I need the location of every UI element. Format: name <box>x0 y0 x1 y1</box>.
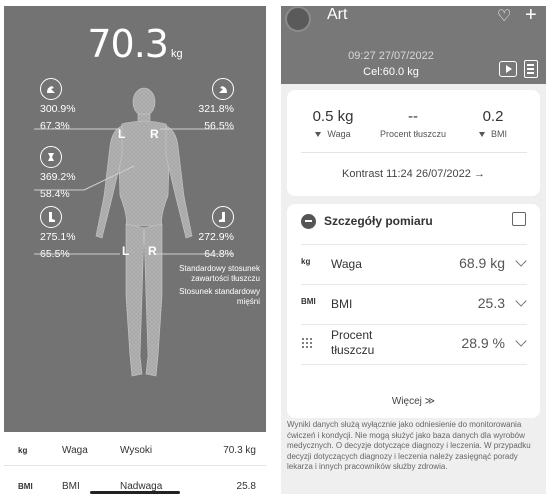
bmi-change-label: BMI <box>490 129 507 139</box>
details-title: Szczegóły pomiaru <box>301 214 433 230</box>
detail-row-bmi[interactable]: BMI BMI 25.3 <box>301 284 527 324</box>
more-button[interactable]: Więcej ≫ <box>287 396 540 407</box>
metrics-list: kg Waga Wysoki 70.3 kg BMI BMI Nadwaga 2… <box>4 432 266 494</box>
edit-icon[interactable] <box>512 212 526 226</box>
left-side-label: L <box>122 244 130 258</box>
legend-fat-line2: zawartości tłuszczu <box>191 274 260 283</box>
detail-row-weight[interactable]: kg Waga 68.9 kg <box>301 244 527 284</box>
measurement-screen: Art ♡ + 09:27 27/07/2022 Cel:60.0 kg 0.5… <box>281 6 546 494</box>
fat-change-label: Procent tłuszczu <box>379 129 447 139</box>
chevron-down-icon[interactable] <box>515 295 527 307</box>
legend-muscle-line1: Stosunek standardowy <box>179 287 260 296</box>
disclaimer-text: Wyniki danych służą wyłącznie jako odnie… <box>287 420 531 471</box>
measurement-details-card: Szczegóły pomiaru kg Waga 68.9 kg BMI BM… <box>287 204 540 418</box>
bmi-icon: BMI <box>301 297 316 306</box>
right-side-label: R <box>150 127 159 141</box>
fat-change-value: -- <box>408 108 418 125</box>
measurement-datetime: 09:27 27/07/2022 <box>348 50 434 62</box>
segment-connector-lines <box>34 128 234 255</box>
weight-change-label: Waga <box>327 129 351 139</box>
right-side-label: R <box>148 244 157 258</box>
divider <box>301 364 527 365</box>
detail-label: BMI <box>331 297 353 311</box>
metric-label: BMI <box>62 481 80 492</box>
list-item[interactable]: kg Waga Wysoki 70.3 kg <box>4 436 266 466</box>
detail-label: Waga <box>331 257 362 271</box>
down-arrow-icon <box>478 132 485 138</box>
play-video-icon[interactable] <box>499 61 517 77</box>
detail-value: 28.9 % <box>461 335 505 351</box>
legend-muscle-line2: mięśni <box>236 297 260 306</box>
goal-weight: Cel:60.0 kg <box>363 66 419 78</box>
add-icon[interactable]: + <box>525 6 537 27</box>
chevron-down-icon[interactable] <box>515 335 527 347</box>
legend-fat-line1: Standardowy stosunek <box>179 264 260 273</box>
header: Art ♡ + 09:27 27/07/2022 Cel:60.0 kg <box>281 6 546 90</box>
legend: Standardowy stosunek zawartości tłuszczu… <box>179 264 260 307</box>
body-composition-screen: 70.3 kg 300.9% 67.3% 321.8% 56.5% 369.2%… <box>4 6 266 494</box>
report-icon[interactable] <box>524 60 538 78</box>
summary-weight: 0.5 kg Waga <box>291 108 375 139</box>
details-icon <box>301 214 316 230</box>
divider <box>301 152 527 153</box>
details-title-text: Szczegóły pomiaru <box>324 214 433 228</box>
down-arrow-icon <box>315 132 322 138</box>
metric-value: 70.3 kg <box>223 445 256 456</box>
weight-kg-icon: kg <box>18 446 28 455</box>
metric-label: Waga <box>62 445 88 456</box>
summary-fat: -- Procent tłuszczu <box>371 108 455 139</box>
weight-change-value: 0.5 kg <box>312 108 354 125</box>
compare-link[interactable]: Kontrast 11:24 26/07/2022 → <box>287 168 540 180</box>
user-name[interactable]: Art <box>327 6 347 24</box>
bmi-change-value: 0.2 <box>482 108 504 125</box>
weight-kg-icon: kg <box>301 257 311 266</box>
bmi-icon: BMI <box>18 482 33 491</box>
detail-value: 25.3 <box>477 295 505 311</box>
left-side-label: L <box>118 127 126 141</box>
change-summary-card: 0.5 kg Waga -- Procent tłuszczu 0.2 BMI … <box>287 90 540 196</box>
detail-row-fat[interactable]: Procent tłuszczu 28.9 % <box>301 324 527 364</box>
metric-value: 25.8 <box>236 481 256 492</box>
chevron-down-icon[interactable] <box>515 255 527 267</box>
heart-icon[interactable]: ♡ <box>497 6 511 26</box>
fat-dots-icon <box>301 337 315 353</box>
metric-status: Wysoki <box>120 445 153 456</box>
avatar[interactable] <box>285 6 311 32</box>
detail-value: 68.9 kg <box>459 255 505 271</box>
summary-bmi: 0.2 BMI <box>451 108 535 139</box>
detail-label: Procent tłuszczu <box>331 328 375 357</box>
